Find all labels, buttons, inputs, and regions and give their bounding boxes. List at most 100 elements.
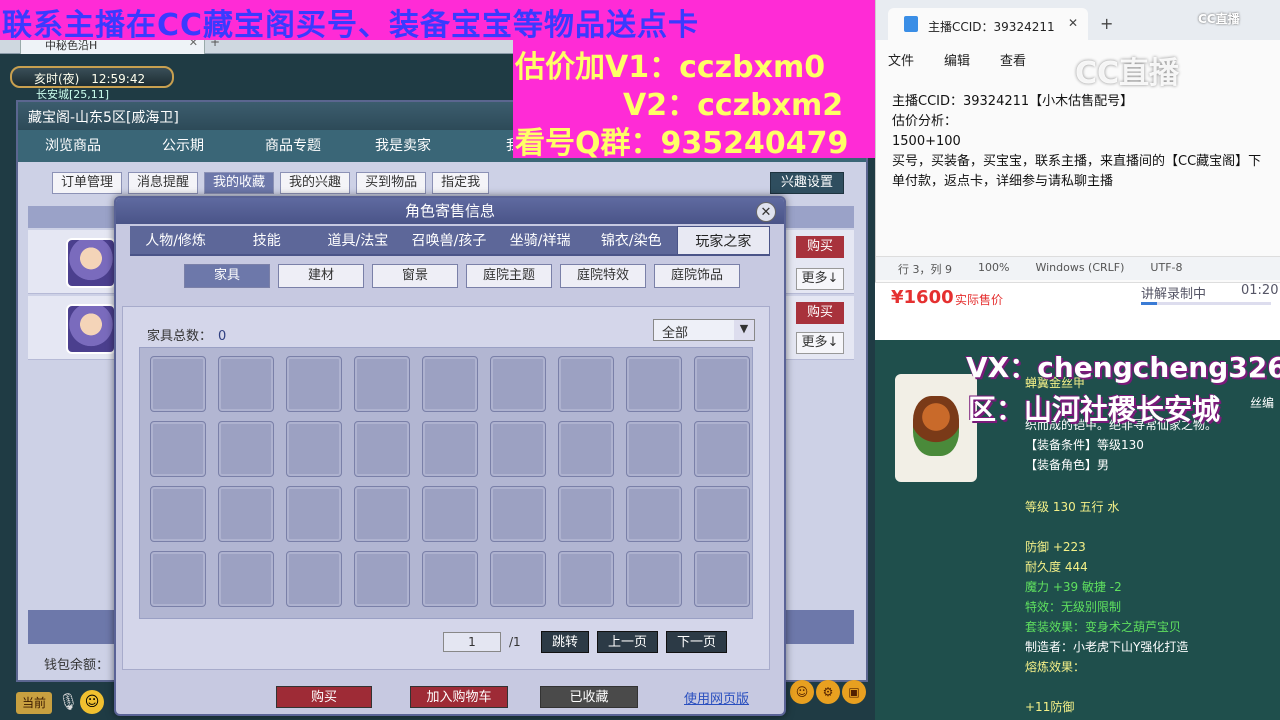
furniture-slot[interactable]: [626, 486, 682, 542]
furniture-slot[interactable]: [558, 421, 614, 477]
tab-seller[interactable]: 我是卖家: [348, 130, 458, 162]
furniture-slot[interactable]: [286, 421, 342, 477]
interest-settings-button[interactable]: 兴趣设置: [770, 172, 845, 194]
furniture-slot[interactable]: [490, 486, 546, 542]
furniture-slot[interactable]: [150, 551, 206, 607]
tab-browse[interactable]: 浏览商品: [18, 130, 128, 162]
tab-yard-effects[interactable]: 庭院特效: [560, 264, 646, 288]
furniture-slot[interactable]: [150, 421, 206, 477]
furniture-slot[interactable]: [354, 486, 410, 542]
furniture-slot[interactable]: [626, 421, 682, 477]
notepad-text[interactable]: 主播CCID：39324211【小木估售配号】 估价分析： 1500+100 买…: [892, 92, 1272, 192]
furniture-slot[interactable]: [286, 486, 342, 542]
tab-publicity[interactable]: 公示期: [128, 130, 238, 162]
furniture-slot[interactable]: [694, 421, 750, 477]
filter-dropdown[interactable]: 全部 ▼: [653, 319, 755, 341]
furniture-slot[interactable]: [626, 551, 682, 607]
tab-mounts[interactable]: 坐骑/祥瑞: [495, 226, 586, 254]
close-icon[interactable]: ✕: [1068, 16, 1078, 30]
armor-icon: [913, 396, 959, 456]
furniture-slot[interactable]: [218, 551, 274, 607]
furniture-slot[interactable]: [694, 356, 750, 412]
furniture-slot[interactable]: [558, 356, 614, 412]
channel-current-button[interactable]: 当前: [16, 692, 52, 714]
furniture-slot[interactable]: [558, 486, 614, 542]
status-bar: 行 3，列 9 100% Windows (CRLF) UTF-8: [876, 256, 1280, 280]
furniture-slot[interactable]: [354, 421, 410, 477]
smile-icon[interactable]: ☺: [790, 680, 814, 704]
tab-building-materials[interactable]: 建材: [278, 264, 364, 288]
tab-yard-theme[interactable]: 庭院主题: [466, 264, 552, 288]
tab-topics[interactable]: 商品专题: [238, 130, 348, 162]
jump-button[interactable]: 跳转: [541, 631, 590, 653]
sub-tabs: 订单管理 消息提醒 我的收藏 我的兴趣 买到物品 指定我: [52, 172, 490, 194]
prev-page-button[interactable]: 上一页: [597, 631, 659, 653]
buy-button[interactable]: 购买: [276, 686, 372, 708]
tab-window-view[interactable]: 窗景: [372, 264, 458, 288]
furniture-slot[interactable]: [286, 551, 342, 607]
furniture-slot[interactable]: [694, 486, 750, 542]
item-defense: 防御 +223: [1025, 540, 1086, 554]
emoji-icon[interactable]: ☺: [80, 690, 104, 714]
item-set: 套装效果：变身术之葫芦宝贝: [1025, 620, 1182, 634]
microphone-icon[interactable]: 🎙: [58, 692, 78, 714]
furniture-slot[interactable]: [490, 356, 546, 412]
buy-button[interactable]: 购买: [796, 236, 844, 258]
menu-edit[interactable]: 编辑: [944, 50, 970, 69]
tab-orders[interactable]: 订单管理: [52, 172, 123, 194]
furniture-slot[interactable]: [218, 356, 274, 412]
furniture-slot[interactable]: [422, 551, 478, 607]
tab-items[interactable]: 道具/法宝: [312, 226, 403, 254]
notepad-tab[interactable]: 主播CCID：39324211 ✕: [888, 8, 1088, 40]
tab-furniture[interactable]: 家具: [184, 264, 270, 288]
furniture-slot[interactable]: [694, 551, 750, 607]
furniture-slot[interactable]: [150, 486, 206, 542]
tab-interests[interactable]: 我的兴趣: [280, 172, 351, 194]
add-to-cart-button[interactable]: 加入购物车: [410, 686, 508, 708]
tab-favorites[interactable]: 我的收藏: [204, 172, 275, 194]
tab-pets[interactable]: 召唤兽/孩子: [403, 226, 494, 254]
cc-logo-small: CC直播: [1198, 12, 1240, 26]
furniture-slot[interactable]: [490, 551, 546, 607]
menu-file[interactable]: 文件: [888, 50, 914, 69]
more-button[interactable]: 更多↓: [796, 268, 844, 290]
furniture-slot[interactable]: [490, 421, 546, 477]
gear-icon[interactable]: ⚙: [816, 680, 840, 704]
furniture-slot[interactable]: [286, 356, 342, 412]
tab-player-home[interactable]: 玩家之家: [676, 226, 770, 254]
furniture-slot[interactable]: [422, 356, 478, 412]
furniture-slot[interactable]: [626, 356, 682, 412]
buy-button[interactable]: 购买: [796, 302, 844, 324]
page-input[interactable]: 1: [443, 632, 501, 652]
furniture-grid: [139, 347, 753, 619]
favorited-button[interactable]: 已收藏: [540, 686, 638, 708]
web-version-link[interactable]: 使用网页版: [684, 688, 749, 707]
next-page-button[interactable]: 下一页: [666, 631, 728, 653]
furniture-slot[interactable]: [422, 486, 478, 542]
furniture-slot[interactable]: [422, 421, 478, 477]
add-tab-icon[interactable]: +: [1100, 14, 1113, 33]
dialog-actions: 购买 加入购物车 已收藏 使用网页版: [276, 686, 776, 710]
furniture-slot[interactable]: [218, 486, 274, 542]
tab-character[interactable]: 人物/修炼: [130, 226, 221, 254]
item-durability: 耐久度 444: [1025, 560, 1088, 574]
tab-yard-decor[interactable]: 庭院饰品: [654, 264, 740, 288]
dialog-title: 角色寄售信息: [116, 198, 784, 224]
clock-period: 亥时(夜): [34, 72, 80, 86]
more-button[interactable]: 更多↓: [796, 332, 844, 354]
computer-icon[interactable]: ▣: [842, 680, 866, 704]
chevron-down-icon[interactable]: ▼: [734, 320, 754, 340]
furniture-slot[interactable]: [354, 356, 410, 412]
tab-assigned[interactable]: 指定我: [432, 172, 490, 194]
status-line-ending: Windows (CRLF): [1035, 261, 1125, 274]
tab-skills[interactable]: 技能: [221, 226, 312, 254]
tab-purchased[interactable]: 买到物品: [356, 172, 427, 194]
furniture-slot[interactable]: [354, 551, 410, 607]
furniture-slot[interactable]: [150, 356, 206, 412]
tab-messages[interactable]: 消息提醒: [128, 172, 199, 194]
close-icon[interactable]: ✕: [756, 202, 776, 222]
furniture-slot[interactable]: [558, 551, 614, 607]
tab-outfits[interactable]: 锦衣/染色: [586, 226, 677, 254]
furniture-slot[interactable]: [218, 421, 274, 477]
menu-view[interactable]: 查看: [1000, 50, 1026, 69]
